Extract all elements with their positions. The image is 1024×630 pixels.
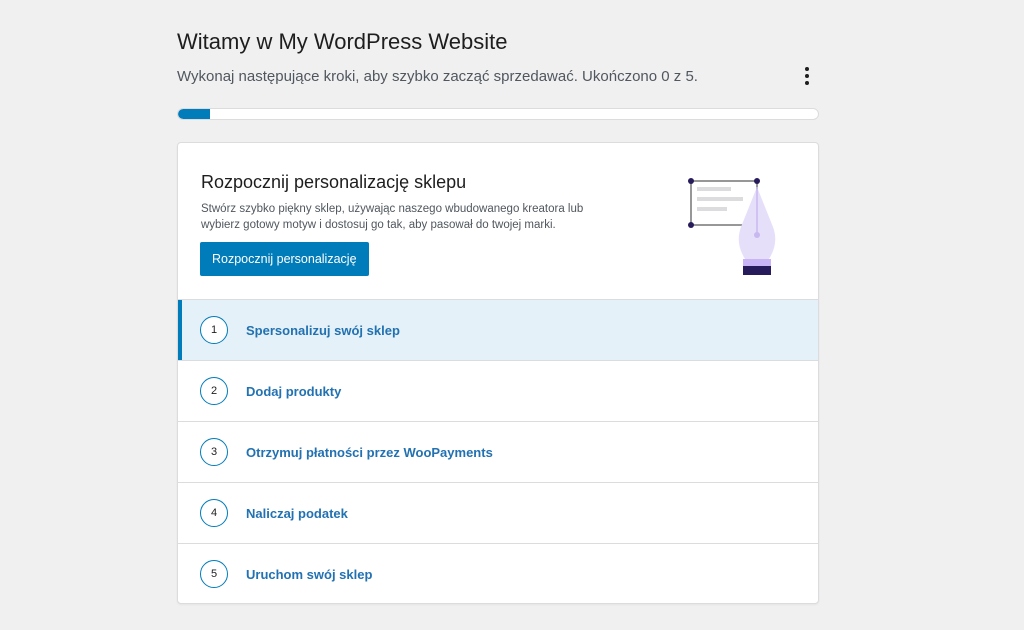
task-item-add-products[interactable]: 2 Dodaj produkty	[178, 361, 818, 422]
step-number-badge: 4	[200, 499, 228, 527]
dot	[805, 81, 809, 85]
task-label: Uruchom swój sklep	[246, 566, 373, 582]
task-label: Naliczaj podatek	[246, 505, 348, 521]
page-subtitle: Wykonaj następujące kroki, aby szybko za…	[177, 68, 698, 85]
more-options-icon[interactable]	[795, 62, 819, 90]
setup-card: Rozpocznij personalizację sklepu Stwórz …	[177, 142, 819, 604]
task-label: Dodaj produkty	[246, 383, 342, 399]
start-customizing-button[interactable]: Rozpocznij personalizację	[200, 242, 369, 276]
task-item-payments[interactable]: 3 Otrzymuj płatności przez WooPayments	[178, 422, 818, 483]
hero-description: Stwórz szybko piękny sklep, używając nas…	[201, 203, 584, 231]
hero-section: Rozpocznij personalizację sklepu Stwórz …	[178, 143, 818, 300]
task-list: 1 Spersonalizuj swój sklep 2 Dodaj produ…	[178, 300, 818, 603]
task-item-launch[interactable]: 5 Uruchom swój sklep	[178, 544, 818, 603]
pen-design-icon	[688, 178, 776, 275]
task-item-personalize[interactable]: 1 Spersonalizuj swój sklep	[178, 300, 818, 361]
hero-title: Rozpocznij personalizację sklepu	[201, 172, 467, 192]
dot	[805, 67, 809, 71]
task-label: Otrzymuj płatności przez WooPayments	[246, 444, 493, 460]
task-item-tax[interactable]: 4 Naliczaj podatek	[178, 483, 818, 544]
step-number-badge: 2	[200, 377, 228, 405]
step-number-badge: 3	[200, 438, 228, 466]
step-number-badge: 5	[200, 560, 228, 588]
progress-bar	[177, 108, 819, 120]
page-title: Witamy w My WordPress Website	[177, 29, 508, 54]
dot	[805, 74, 809, 78]
task-label: Spersonalizuj swój sklep	[246, 322, 400, 338]
step-number-badge: 1	[200, 316, 228, 344]
progress-fill	[178, 109, 210, 119]
